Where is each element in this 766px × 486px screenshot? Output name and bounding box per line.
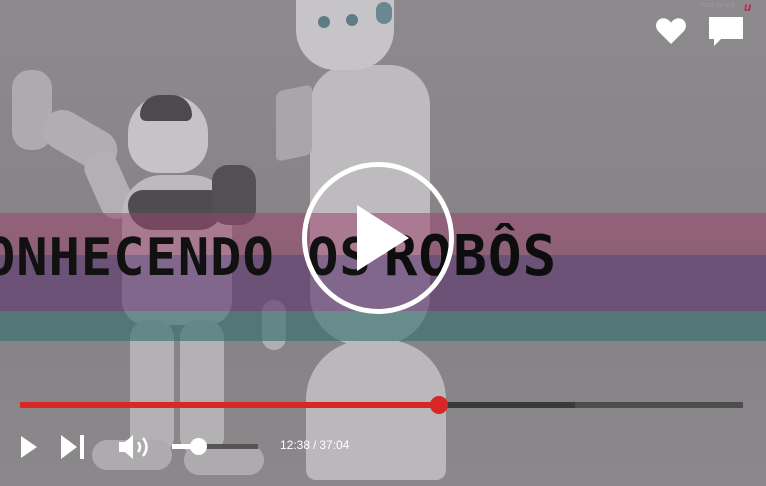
progress-scrubber[interactable] <box>429 396 448 414</box>
corner-logo-mark: u <box>744 0 752 14</box>
progress-played <box>20 402 439 408</box>
next-button[interactable] <box>58 433 88 461</box>
title-stripe-teal <box>0 311 766 341</box>
skip-next-icon <box>61 435 84 459</box>
like-button[interactable] <box>651 14 691 48</box>
volume-button[interactable] <box>116 433 154 461</box>
time-display: 12:38/37:04 <box>280 438 349 452</box>
play-icon <box>357 205 409 271</box>
pepper-robot-eye <box>346 14 358 26</box>
volume-slider[interactable] <box>172 438 258 455</box>
play-button[interactable] <box>16 433 42 461</box>
volume-icon <box>119 435 148 459</box>
comment-button[interactable] <box>706 14 746 48</box>
nao-robot-face <box>140 95 192 121</box>
pepper-robot-tablet <box>276 84 312 162</box>
duration: 37:04 <box>319 438 350 452</box>
play-icon <box>21 436 37 458</box>
corner-caption: nota do vid <box>700 2 735 9</box>
current-time: 12:38 <box>280 438 311 452</box>
pepper-robot-base <box>306 340 446 480</box>
pepper-robot-eye <box>318 16 330 28</box>
big-play-button[interactable] <box>302 162 454 314</box>
video-player: ONHECENDO OS ROBÔS nota do vid u 12:38 /… <box>0 0 766 486</box>
progress-bar[interactable] <box>20 396 743 414</box>
pepper-robot-ear <box>376 2 392 24</box>
volume-handle[interactable] <box>189 438 207 455</box>
comment-icon <box>709 17 743 46</box>
heart-icon <box>656 18 686 44</box>
video-headline: ONHECENDO OS ROBÔS <box>0 224 557 289</box>
time-separator: / <box>313 438 317 452</box>
